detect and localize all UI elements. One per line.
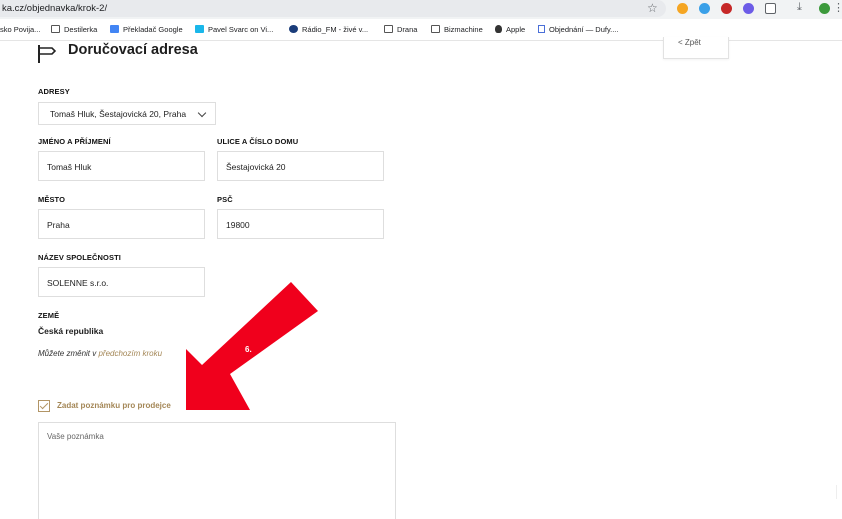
url-text: ka.cz/objednavka/krok-2/ [2, 3, 108, 14]
bookmark-label: Rádio_FM - živé v... [302, 25, 369, 34]
bookmark-label: Apple [506, 25, 526, 34]
note-textarea[interactable]: Vaše poznámka [38, 422, 396, 519]
bookmark-label: Drana [397, 25, 418, 34]
address-select[interactable]: Tomaš Hluk, Šestajovická 20, Praha [38, 102, 216, 125]
city-field[interactable]: Praha [38, 209, 205, 239]
bookmark-item[interactable]: Drana [384, 25, 417, 34]
company-field-value: SOLENNE s.r.o. [47, 278, 109, 288]
signpost-icon [38, 45, 57, 63]
folder-icon [51, 25, 60, 33]
radio-icon [289, 25, 298, 33]
city-field-value: Praha [47, 220, 70, 230]
note-checkbox-label[interactable]: Zadat poznámku pro prodejce [57, 401, 171, 410]
change-note-text: Můžete změnit v [38, 349, 99, 358]
bookmark-label: Bizmachine [444, 25, 483, 34]
addresses-label: ADRESY [38, 87, 70, 96]
folder-icon [431, 25, 440, 33]
name-label: JMÉNO A PŘÍJMENÍ [38, 137, 111, 146]
note-checkbox[interactable] [38, 400, 50, 412]
extension-cloud-icon[interactable] [699, 3, 710, 14]
download-icon[interactable]: ⤓ [797, 1, 802, 14]
note-placeholder: Vaše poznámka [47, 432, 104, 441]
bookmark-label: Objednání — Dufy.... [549, 25, 619, 34]
zip-field[interactable]: 19800 [217, 209, 384, 239]
zip-field-value: 19800 [226, 220, 250, 230]
bookmark-label: sko Povija... [0, 25, 41, 34]
bookmark-item[interactable]: Objednání — Dufy.... [538, 25, 618, 34]
country-value: Česká republika [38, 326, 104, 336]
vimeo-icon [195, 25, 204, 33]
page-title: Doručovací adresa [68, 42, 198, 58]
checkout-page: < Zpět Doručovací adresa ADRESY Tomaš Hl… [0, 37, 842, 519]
back-button[interactable]: < Zpět [663, 37, 729, 59]
apple-icon [495, 25, 502, 33]
bookmark-label: Překladač Google [123, 25, 183, 34]
browser-toolbar: ka.cz/objednavka/krok-2/ ☆ ⤓ ⋮ [0, 0, 842, 19]
bookmark-label: Pavel Svarc on Vi... [208, 25, 274, 34]
profile-avatar-icon[interactable] [819, 3, 830, 14]
company-field[interactable]: SOLENNE s.r.o. [38, 267, 205, 297]
translate-icon [110, 25, 119, 33]
street-field-value: Šestajovická 20 [226, 162, 286, 172]
bookmark-item[interactable]: Destilerka [51, 25, 97, 34]
name-field-value: Tomaš Hluk [47, 162, 92, 172]
folder-icon [384, 25, 393, 33]
chevron-down-icon [197, 108, 207, 118]
extensions-puzzle-icon[interactable] [765, 3, 776, 14]
street-field[interactable]: Šestajovická 20 [217, 151, 384, 181]
bookmark-item[interactable]: Apple [495, 25, 525, 34]
bookmark-label: Destilerka [64, 25, 98, 34]
checkmark-icon [39, 400, 49, 410]
address-bar[interactable]: ka.cz/objednavka/krok-2/ [0, 0, 666, 17]
extension-red-icon[interactable] [721, 3, 732, 14]
extension-purple-icon[interactable] [743, 3, 754, 14]
bookmark-item[interactable]: sko Povija... [0, 25, 40, 34]
zip-label: PSČ [217, 195, 233, 204]
bookmark-item[interactable]: Rádio_FM - živé v... [289, 25, 368, 34]
company-label: NÁZEV SPOLEČNOSTI [38, 253, 121, 262]
scroll-handle[interactable] [836, 485, 842, 499]
street-label: ULICE A ČÍSLO DOMU [217, 137, 299, 146]
address-select-value: Tomaš Hluk, Šestajovická 20, Praha [50, 109, 187, 119]
city-label: MĚSTO [38, 195, 66, 204]
extension-key-icon[interactable] [677, 3, 688, 14]
back-button-label: < Zpět [678, 38, 701, 47]
bookmark-item[interactable]: Pavel Svarc on Vi... [195, 25, 273, 34]
country-label: ZEMĚ [38, 311, 60, 320]
bookmark-item[interactable]: Překladač Google [110, 25, 183, 34]
bookmark-star-icon[interactable]: ☆ [647, 1, 658, 15]
page-icon [538, 25, 545, 33]
bookmark-item[interactable]: Bizmachine [431, 25, 483, 34]
change-note: Můžete změnit v předchozím kroku [38, 349, 162, 358]
previous-step-link[interactable]: předchozím kroku [98, 349, 162, 358]
name-field[interactable]: Tomaš Hluk [38, 151, 205, 181]
menu-dots-icon[interactable]: ⋮ [833, 1, 842, 14]
